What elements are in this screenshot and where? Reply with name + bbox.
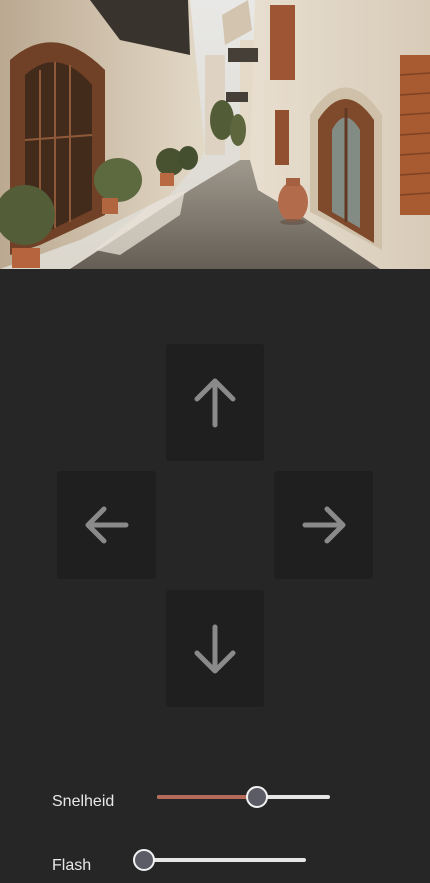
arrow-left-icon [85,506,128,544]
arrow-up-icon [194,378,236,427]
move-up-button[interactable] [166,344,264,461]
speed-label: Snelheid [52,793,115,810]
speed-slider[interactable] [157,785,330,809]
speed-slider-thumb[interactable] [246,786,269,808]
move-left-button[interactable] [57,471,156,579]
flash-label: Flash [52,857,92,874]
camera-preview [0,0,430,269]
arrow-down-icon [194,624,236,673]
speed-slider-fill [157,795,258,799]
street-photo [0,0,430,269]
arrow-right-icon [302,506,345,544]
move-right-button[interactable] [274,471,373,579]
flash-slider[interactable] [133,848,306,872]
move-down-button[interactable] [166,590,264,707]
flash-slider-thumb[interactable] [133,849,155,871]
flash-slider-track [144,858,306,862]
app-screen: Snelheid Flash [0,0,430,883]
